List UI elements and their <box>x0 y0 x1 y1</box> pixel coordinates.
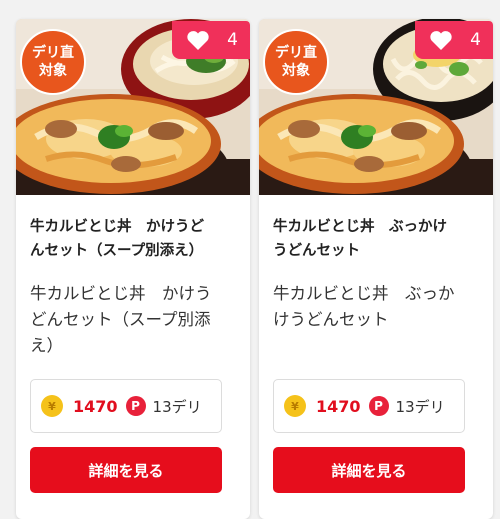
point-icon: P <box>368 396 389 416</box>
price: 1470 <box>316 396 361 416</box>
food-photo[interactable]: デリ直 対象 4 <box>16 19 250 195</box>
product-name-line: 牛カルビとじ丼 かけうど <box>30 219 204 235</box>
badge-line-2: 対象 <box>39 63 67 79</box>
product-card[interactable]: デリ直 対象 4 牛カルビとじ丼 ぶっかけ うどんセット 牛カルビとじ丼 ぶっか… <box>259 19 493 519</box>
price-box: ¥ 1470 P 13デリ <box>273 379 465 433</box>
favorite-count: 4 <box>227 30 238 50</box>
product-description: 牛カルビとじ丼 かけう どんセット（スープ別添 え） <box>30 281 236 359</box>
product-name-line: んセット（スープ別添え） <box>30 243 204 259</box>
points: 13デリ <box>395 397 445 416</box>
view-details-button[interactable]: 詳細を見る <box>273 447 465 493</box>
badge-line-1: デリ直 <box>275 45 317 61</box>
heart-icon <box>430 30 452 50</box>
deli-direct-badge: デリ直 対象 <box>263 29 329 95</box>
yen-coin-icon: ¥ <box>284 395 306 417</box>
price: 1470 <box>73 396 118 416</box>
badge-line-2: 対象 <box>282 63 310 79</box>
badge-line-1: デリ直 <box>32 45 74 61</box>
heart-icon <box>187 30 209 50</box>
product-name: 牛カルビとじ丼 ぶっかけ うどんセット <box>273 215 483 263</box>
product-card[interactable]: デリ直 対象 4 牛カルビとじ丼 かけうど んセット（スープ別添え） 牛カルビと… <box>16 19 250 519</box>
description-line: けうどんセット <box>273 310 389 329</box>
favorite-button[interactable]: 4 <box>415 21 493 59</box>
price-box: ¥ 1470 P 13デリ <box>30 379 222 433</box>
deli-direct-badge: デリ直 対象 <box>20 29 86 95</box>
product-name-line: 牛カルビとじ丼 ぶっかけ <box>273 219 447 235</box>
product-name: 牛カルビとじ丼 かけうど んセット（スープ別添え） <box>30 215 240 263</box>
yen-coin-icon: ¥ <box>41 395 63 417</box>
description-line: 牛カルビとじ丼 かけう <box>30 284 212 303</box>
description-line: 牛カルビとじ丼 ぶっか <box>273 284 455 303</box>
favorite-button[interactable]: 4 <box>172 21 250 59</box>
points: 13デリ <box>152 397 202 416</box>
product-name-line: うどんセット <box>273 243 360 259</box>
product-description: 牛カルビとじ丼 ぶっか けうどんセット <box>273 281 479 333</box>
favorite-count: 4 <box>470 30 481 50</box>
view-details-button[interactable]: 詳細を見る <box>30 447 222 493</box>
point-icon: P <box>125 396 146 416</box>
food-photo[interactable]: デリ直 対象 4 <box>259 19 493 195</box>
description-line: え） <box>30 336 63 355</box>
description-line: どんセット（スープ別添 <box>30 310 211 329</box>
